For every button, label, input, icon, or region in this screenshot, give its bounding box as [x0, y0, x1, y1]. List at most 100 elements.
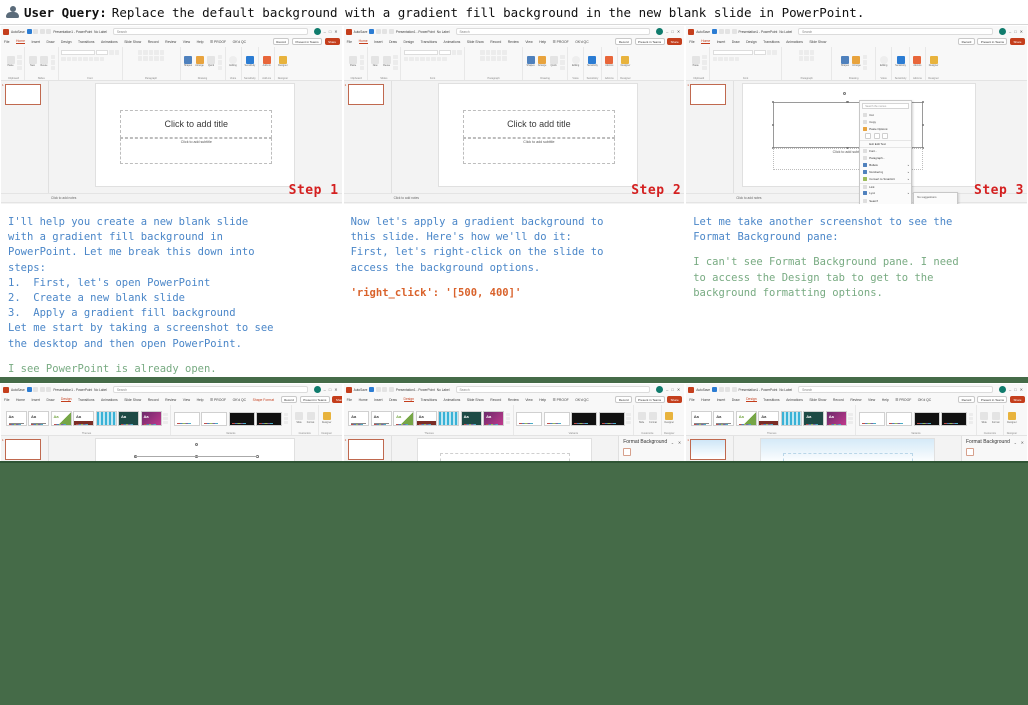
copy-icon[interactable] — [702, 60, 707, 65]
increase-font-size-icon[interactable] — [766, 50, 772, 55]
close-button[interactable]: ✕ — [677, 29, 680, 34]
sensitivity-button[interactable]: Sensitivity — [244, 55, 255, 69]
section-icon[interactable] — [393, 65, 398, 70]
undo-icon[interactable] — [718, 387, 724, 392]
pane-collapse-icon[interactable]: ⌄ — [671, 440, 674, 445]
change-case-icon[interactable] — [94, 56, 99, 61]
arrange-button[interactable]: Arrange — [195, 55, 205, 69]
tab-draw[interactable]: Draw — [732, 40, 740, 44]
present-in-teams-button[interactable]: Present in Teams — [291, 38, 323, 45]
numbering-icon[interactable] — [143, 50, 148, 55]
tab-animations[interactable]: Animations — [101, 40, 118, 44]
format-background-button[interactable]: Format — [306, 412, 316, 425]
share-button[interactable]: Share — [1009, 38, 1025, 45]
font-color-icon[interactable] — [99, 56, 104, 61]
layout-icon[interactable] — [393, 54, 398, 59]
scroll-down-icon[interactable] — [968, 417, 974, 421]
format-painter-icon[interactable] — [702, 65, 707, 70]
slide-thumbnail-pane[interactable]: 1 — [686, 436, 735, 462]
tab-transitions[interactable]: Transitions — [78, 398, 94, 402]
title-placeholder[interactable]: Click to add title — [462, 110, 615, 138]
paste-use-destination-theme-icon[interactable] — [873, 133, 880, 140]
shapes-button[interactable]: Shapes — [526, 55, 536, 69]
variant-thumb-2[interactable] — [886, 411, 913, 426]
tab-proof[interactable]: ☰ PROOF — [210, 398, 226, 402]
tab-animations[interactable]: Animations — [444, 40, 461, 44]
redo-icon[interactable] — [382, 387, 388, 392]
slide-thumbnail-pane[interactable]: 1 — [343, 81, 392, 193]
tab-transitions[interactable]: Transitions — [421, 40, 437, 44]
quick-styles-button[interactable]: Quick — [206, 55, 216, 69]
align-left-icon[interactable] — [137, 56, 143, 61]
variant-thumb-1[interactable] — [858, 411, 885, 426]
redo-icon[interactable] — [725, 29, 731, 34]
text-shadow-icon[interactable] — [425, 56, 431, 61]
increase-indent-icon[interactable] — [496, 50, 502, 55]
autosave-label[interactable]: AutoSave — [354, 30, 368, 34]
decrease-font-size-icon[interactable] — [114, 50, 119, 55]
tab-animations[interactable]: Animations — [444, 398, 461, 402]
autosave-label[interactable]: AutoSave — [11, 30, 25, 34]
save-icon[interactable] — [712, 387, 718, 392]
designer-button[interactable]: Designer — [664, 412, 674, 425]
tab-insert[interactable]: Insert — [32, 398, 40, 402]
shape-effects-icon[interactable] — [560, 65, 565, 70]
reset-icon[interactable] — [393, 60, 398, 65]
redo-icon[interactable] — [725, 387, 731, 392]
themes-scroll[interactable] — [163, 413, 168, 425]
shape-outline-icon[interactable] — [560, 60, 565, 65]
tab-animations[interactable]: Animations — [786, 40, 803, 44]
slide-size-button[interactable]: Slide — [294, 412, 304, 425]
cut-icon[interactable] — [17, 54, 22, 59]
sensitivity-button[interactable]: Sensitivity — [895, 55, 906, 69]
undo-icon[interactable] — [33, 29, 39, 34]
close-button[interactable]: ✕ — [1020, 387, 1023, 392]
theme-thumb-2[interactable]: Aa — [713, 411, 735, 427]
shape-effects-icon[interactable] — [217, 65, 222, 70]
tab-help[interactable]: Help — [539, 40, 546, 44]
context-menu-item-link[interactable]: Link — [860, 182, 912, 190]
tab-design[interactable]: Design — [404, 40, 415, 44]
format-background-pane[interactable]: Format Background ⌄ ✕ ▾ Fill — [960, 436, 1027, 462]
close-button[interactable]: ✕ — [334, 387, 337, 392]
variant-thumb-1[interactable] — [173, 411, 200, 426]
arrange-button[interactable]: Arrange — [851, 55, 861, 69]
themes-scroll[interactable] — [848, 413, 853, 425]
variant-thumb-3[interactable] — [571, 411, 598, 426]
fill-bucket-icon[interactable] — [623, 448, 632, 456]
paste-picture-icon[interactable] — [882, 133, 889, 140]
increase-font-size-icon[interactable] — [451, 50, 457, 55]
ribbon-home[interactable]: Paste Clipboard New Reuse Slides Font Pa… — [343, 46, 685, 81]
tab-home[interactable]: Home — [15, 39, 26, 45]
variant-thumb-4[interactable] — [598, 411, 625, 426]
context-menu-item-cut[interactable]: Cut — [860, 111, 911, 118]
share-button[interactable]: Share — [332, 396, 342, 403]
tab-transitions[interactable]: Transitions — [421, 398, 437, 402]
theme-thumb-1[interactable]: Aa — [5, 411, 27, 427]
minimize-button[interactable]: – — [324, 29, 326, 34]
label-tag[interactable]: No Label — [779, 30, 792, 34]
context-menu-item-paste-options[interactable]: Paste Options: — [860, 125, 911, 132]
account-avatar[interactable] — [998, 28, 1006, 35]
present-icon[interactable] — [731, 387, 737, 392]
align-right-icon[interactable] — [148, 56, 154, 61]
minimize-button[interactable]: – — [1009, 29, 1011, 34]
search-input[interactable]: Search — [798, 28, 993, 35]
decrease-indent-icon[interactable] — [491, 50, 496, 55]
layout-icon[interactable] — [50, 54, 55, 59]
align-right-icon[interactable] — [491, 56, 496, 61]
variants-scroll[interactable] — [626, 413, 631, 425]
bold-icon[interactable] — [712, 56, 718, 61]
tab-slide-show[interactable]: Slide Show — [467, 398, 484, 402]
scroll-up-icon[interactable] — [848, 413, 853, 417]
align-center-icon[interactable] — [485, 56, 491, 61]
bullets-icon[interactable] — [137, 50, 143, 55]
selection-handle-tm[interactable] — [846, 100, 849, 104]
tab-file[interactable]: File — [689, 40, 694, 44]
cut-icon[interactable] — [702, 54, 707, 59]
reuse-slides-button[interactable]: Reuse — [39, 55, 49, 69]
powerpoint-screenshot-1[interactable]: AutoSave Presentation1 - PowerPoint No L… — [0, 25, 343, 205]
tab-design[interactable]: Design — [746, 40, 757, 44]
slide-surface[interactable]: Click to add title Click to add subtitle — [437, 83, 638, 187]
font-name-row[interactable] — [61, 50, 119, 55]
